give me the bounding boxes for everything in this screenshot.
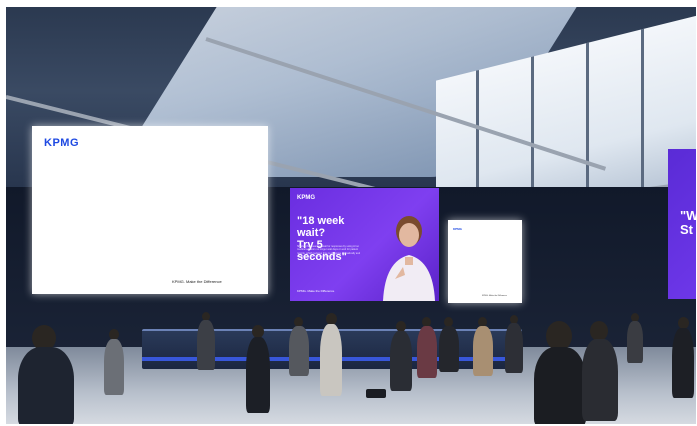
person-silhouette	[472, 317, 494, 377]
campaign-body: Shorten the meantime wait for responses …	[297, 245, 361, 259]
screen-tagline: KPMG. Make the Difference	[482, 295, 507, 297]
person-silhouette	[504, 315, 524, 375]
person-silhouette	[388, 321, 414, 393]
headline-line: "18 week wait?	[297, 215, 345, 239]
person-silhouette	[318, 313, 344, 399]
person-silhouette	[196, 312, 216, 372]
person-silhouette	[288, 317, 310, 377]
kpmg-logo: KPMG	[297, 195, 315, 201]
person-silhouette	[626, 313, 644, 363]
screen-tagline: KPMG. Make the Difference	[297, 289, 335, 293]
led-screen-far-right: "W St	[668, 149, 696, 299]
screen-tagline: KPMG. Make the Difference	[172, 279, 222, 284]
person-silhouette	[580, 321, 620, 421]
partial-headline: "W St	[680, 208, 696, 237]
led-screen-center: KPMG "18 week wait? Try 5 seconds" Short…	[290, 188, 439, 301]
person-silhouette	[670, 317, 696, 401]
led-screen-left: KPMG KPMG. Make the Difference	[32, 126, 268, 294]
person-silhouette	[438, 317, 460, 373]
photo-scene: KPMG KPMG. Make the Difference KPMG "18 …	[6, 7, 696, 424]
kpmg-logo: KPMG	[44, 137, 79, 149]
kpmg-logo: KPMG	[453, 227, 462, 231]
person-silhouette	[416, 317, 438, 379]
floor-monitor	[366, 389, 386, 398]
person-silhouette	[102, 329, 126, 399]
person-silhouette	[14, 325, 76, 424]
person-silhouette	[244, 325, 272, 415]
presenter-image	[383, 216, 435, 301]
led-screen-right: KPMG KPMG. Make the Difference	[448, 220, 522, 303]
